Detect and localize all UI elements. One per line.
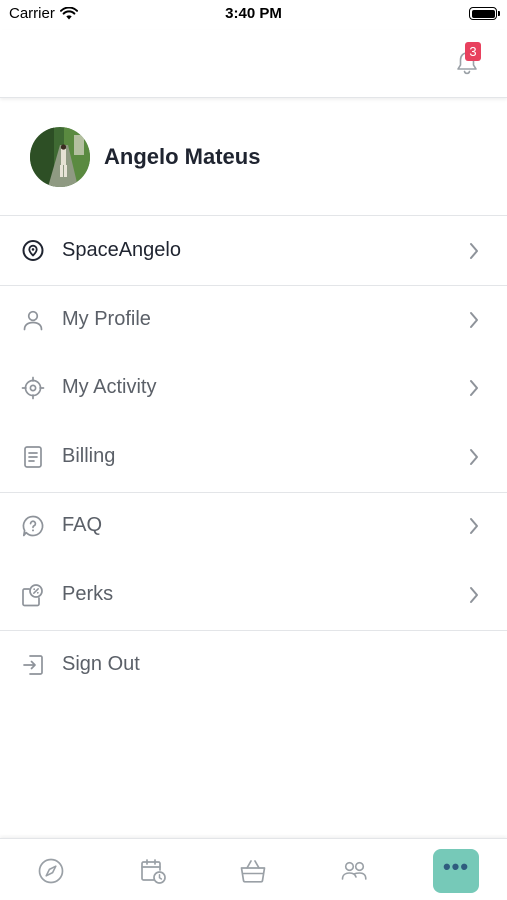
status-time: 3:40 PM [225,5,282,22]
tab-community[interactable] [331,849,377,893]
menu-label-faq: FAQ [62,514,103,536]
tab-explore[interactable] [28,849,74,893]
battery-icon [469,7,500,20]
chevron-right-icon [470,518,478,534]
document-icon [24,446,42,468]
profile-name: Angelo Mateus [104,144,261,169]
avatar-photo [30,127,90,187]
menu-item-perks[interactable]: Perks [0,561,507,629]
compass-icon [38,858,64,884]
menu-item-space[interactable]: SpaceAngelo [0,217,507,285]
person-icon [23,310,43,331]
tab-bar: ••• [0,838,507,900]
menu-label-sign-out: Sign Out [62,653,140,675]
menu-item-billing[interactable]: Billing [0,423,507,491]
notifications-button[interactable]: 3 [451,42,487,78]
coupon-icon [22,584,43,607]
chevron-right-icon [470,380,478,396]
menu-label-my-activity: My Activity [62,376,157,398]
avatar[interactable] [30,127,90,187]
location-pin-icon [22,240,44,261]
menu-label-space: SpaceAngelo [62,239,181,261]
more-dots-icon: ••• [442,854,470,879]
basket-icon [240,860,266,883]
question-bubble-icon [22,515,44,537]
chevron-right-icon [470,449,478,465]
menu-item-faq[interactable]: FAQ [0,492,507,560]
menu-label-perks: Perks [62,583,114,605]
menu-label-my-profile: My Profile [62,308,151,330]
tab-bookings[interactable] [130,849,176,893]
chevron-right-icon [470,312,478,328]
chevron-right-icon [470,587,478,603]
battery-level [471,9,495,18]
menu-item-sign-out[interactable]: Sign Out [0,631,507,699]
status-bar: Carrier 3:40 PM [0,0,507,30]
sign-out-icon [23,655,43,675]
menu-item-my-activity[interactable]: My Activity [0,354,507,422]
menu-label-billing: Billing [62,445,116,467]
crosshair-icon [21,376,45,400]
profile-header[interactable]: Angelo Mateus [0,99,507,216]
people-icon [341,861,367,880]
menu-item-my-profile[interactable]: My Profile [0,286,507,354]
notification-badge: 3 [465,42,481,61]
calendar-clock-icon [141,859,166,884]
tab-shop[interactable] [230,849,276,893]
top-header: 3 [0,30,507,98]
chevron-right-icon [470,243,478,259]
tab-more[interactable]: ••• [433,849,479,893]
